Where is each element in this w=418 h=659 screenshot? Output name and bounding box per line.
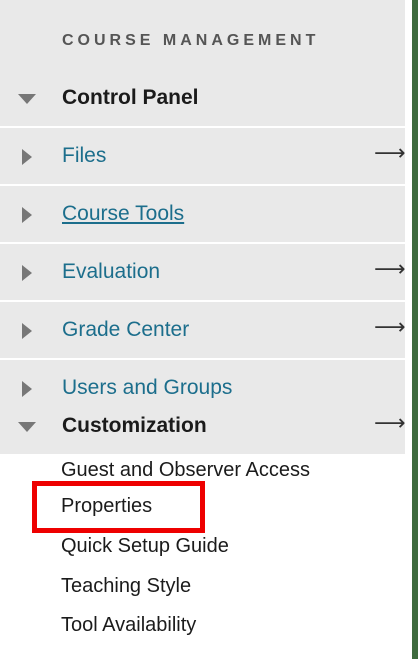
sidebar-item-customization[interactable]: Customization ⟶ [0,398,406,454]
triangle-right-icon[interactable] [22,265,32,281]
control-panel-label[interactable]: Control Panel [62,86,199,110]
sidebar-item-course-tools[interactable]: Course Tools [0,186,405,242]
triangle-right-icon[interactable] [22,381,32,397]
course-management-panel: COURSE MANAGEMENT Control Panel Files ⟶ … [0,0,406,659]
long-right-arrow-icon[interactable]: ⟶ [374,140,406,166]
evaluation-link[interactable]: Evaluation [62,260,160,284]
triangle-right-icon[interactable] [22,207,32,223]
panel-right-edge [412,0,418,659]
files-link[interactable]: Files [62,144,106,168]
tool-availability-link[interactable]: Tool Availability [61,614,196,637]
control-panel-row[interactable]: Control Panel [0,70,405,126]
triangle-right-icon[interactable] [22,323,32,339]
long-right-arrow-icon[interactable]: ⟶ [374,256,406,282]
triangle-down-icon[interactable] [18,94,36,104]
customization-label[interactable]: Customization [62,414,207,438]
grade-center-link[interactable]: Grade Center [62,318,189,342]
course-tools-link[interactable]: Course Tools [62,202,184,226]
section-title: COURSE MANAGEMENT [62,32,320,49]
sidebar-item-evaluation[interactable]: Evaluation ⟶ [0,244,406,300]
properties-highlight-box [32,481,205,533]
triangle-right-icon[interactable] [22,149,32,165]
quick-setup-guide-link[interactable]: Quick Setup Guide [61,535,229,558]
sidebar-item-files[interactable]: Files ⟶ [0,128,406,184]
guest-and-observer-access-link[interactable]: Guest and Observer Access [61,459,310,482]
triangle-down-icon[interactable] [18,422,36,432]
teaching-style-link[interactable]: Teaching Style [61,575,191,598]
sidebar-item-grade-center[interactable]: Grade Center ⟶ [0,302,406,358]
course-management-header: COURSE MANAGEMENT [0,0,405,70]
long-right-arrow-icon[interactable]: ⟶ [374,314,406,340]
long-right-arrow-icon[interactable]: ⟶ [374,410,406,436]
users-and-groups-link[interactable]: Users and Groups [62,376,232,400]
